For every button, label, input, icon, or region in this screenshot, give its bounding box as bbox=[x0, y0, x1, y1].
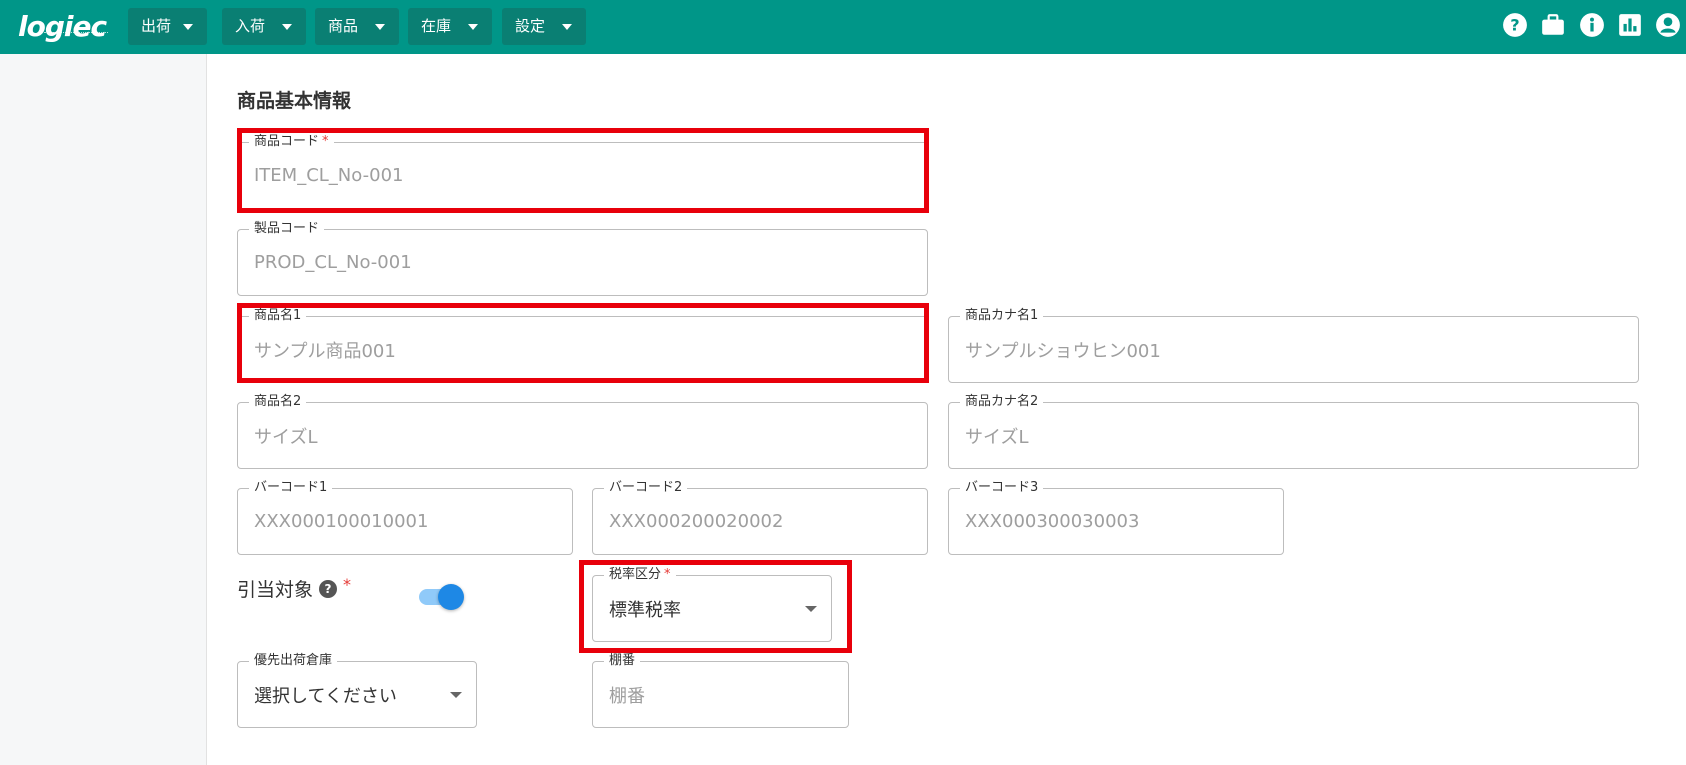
shelf-number-field[interactable]: 棚番 棚番 bbox=[592, 653, 849, 728]
item-kana1-field[interactable]: 商品カナ名1 サンプルショウヒン001 bbox=[948, 308, 1639, 383]
barcode2-value: XXX000200020002 bbox=[609, 511, 784, 532]
section-title: 商品基本情報 bbox=[237, 90, 352, 112]
highlight-box-tax-rate bbox=[579, 560, 852, 653]
item-name2-value: サイズL bbox=[254, 426, 318, 448]
logiec-logo[interactable]: logiec bbox=[18, 8, 110, 46]
chevron-down-icon bbox=[562, 24, 572, 30]
barcode3-value: XXX000300030003 bbox=[965, 511, 1140, 532]
help-icon[interactable]: ? bbox=[1502, 12, 1528, 38]
svg-text:?: ? bbox=[1510, 15, 1519, 34]
nav-inventory-label: 在庫 bbox=[421, 17, 452, 35]
item-kana1-value: サンプルショウヒン001 bbox=[965, 340, 1161, 362]
barcode3-field[interactable]: バーコード3 XXX000300030003 bbox=[948, 480, 1284, 555]
logo-tagline bbox=[44, 32, 108, 35]
item-kana2-value: サイズL bbox=[965, 426, 1029, 448]
allocation-target-text: 引当対象 bbox=[237, 579, 314, 601]
nav-settings-menu[interactable]: 設定 bbox=[502, 8, 586, 45]
briefcase-icon[interactable] bbox=[1540, 12, 1566, 38]
chevron-down-icon bbox=[468, 24, 478, 30]
chevron-down-icon bbox=[183, 24, 193, 30]
help-circle-icon[interactable]: ? bbox=[319, 579, 338, 598]
shelf-number-placeholder: 棚番 bbox=[609, 685, 645, 707]
priority-warehouse-select[interactable]: 優先出荷倉庫 選択してください bbox=[237, 653, 477, 728]
allocation-toggle-knob[interactable] bbox=[438, 584, 464, 610]
nav-receiving-label: 入荷 bbox=[235, 17, 266, 35]
dropdown-arrow-icon bbox=[450, 691, 462, 698]
nav-shipping-menu[interactable]: 出荷 bbox=[128, 8, 207, 45]
product-code-field[interactable]: 製品コード PROD_CL_No-001 bbox=[237, 221, 928, 296]
barcode2-field[interactable]: バーコード2 XXX000200020002 bbox=[592, 480, 928, 555]
nav-shipping-label: 出荷 bbox=[141, 17, 172, 35]
account-icon[interactable] bbox=[1655, 12, 1681, 38]
chart-icon[interactable] bbox=[1617, 12, 1643, 38]
nav-inventory-menu[interactable]: 在庫 bbox=[408, 8, 492, 45]
required-mark: * bbox=[343, 575, 352, 594]
chevron-down-icon bbox=[282, 24, 292, 30]
allocation-target-label: 引当対象 ? * bbox=[237, 575, 351, 602]
top-navigation-bar: logiec 出荷 入荷 商品 在庫 設定 ? bbox=[0, 0, 1686, 54]
left-sidebar bbox=[0, 54, 207, 765]
priority-warehouse-value: 選択してください bbox=[254, 685, 397, 707]
barcode1-field[interactable]: バーコード1 XXX000100010001 bbox=[237, 480, 573, 555]
chevron-down-icon bbox=[375, 24, 385, 30]
highlight-box-item-code bbox=[237, 128, 929, 213]
nav-product-menu[interactable]: 商品 bbox=[315, 8, 399, 45]
barcode1-value: XXX000100010001 bbox=[254, 511, 429, 532]
info-icon[interactable] bbox=[1579, 12, 1605, 38]
nav-settings-label: 設定 bbox=[515, 17, 546, 35]
nav-product-label: 商品 bbox=[328, 17, 359, 35]
highlight-box-item-name1 bbox=[237, 303, 929, 383]
product-code-value: PROD_CL_No-001 bbox=[254, 252, 412, 273]
item-kana2-field[interactable]: 商品カナ名2 サイズL bbox=[948, 394, 1639, 469]
nav-receiving-menu[interactable]: 入荷 bbox=[222, 8, 306, 45]
item-name2-field[interactable]: 商品名2 サイズL bbox=[237, 394, 928, 469]
